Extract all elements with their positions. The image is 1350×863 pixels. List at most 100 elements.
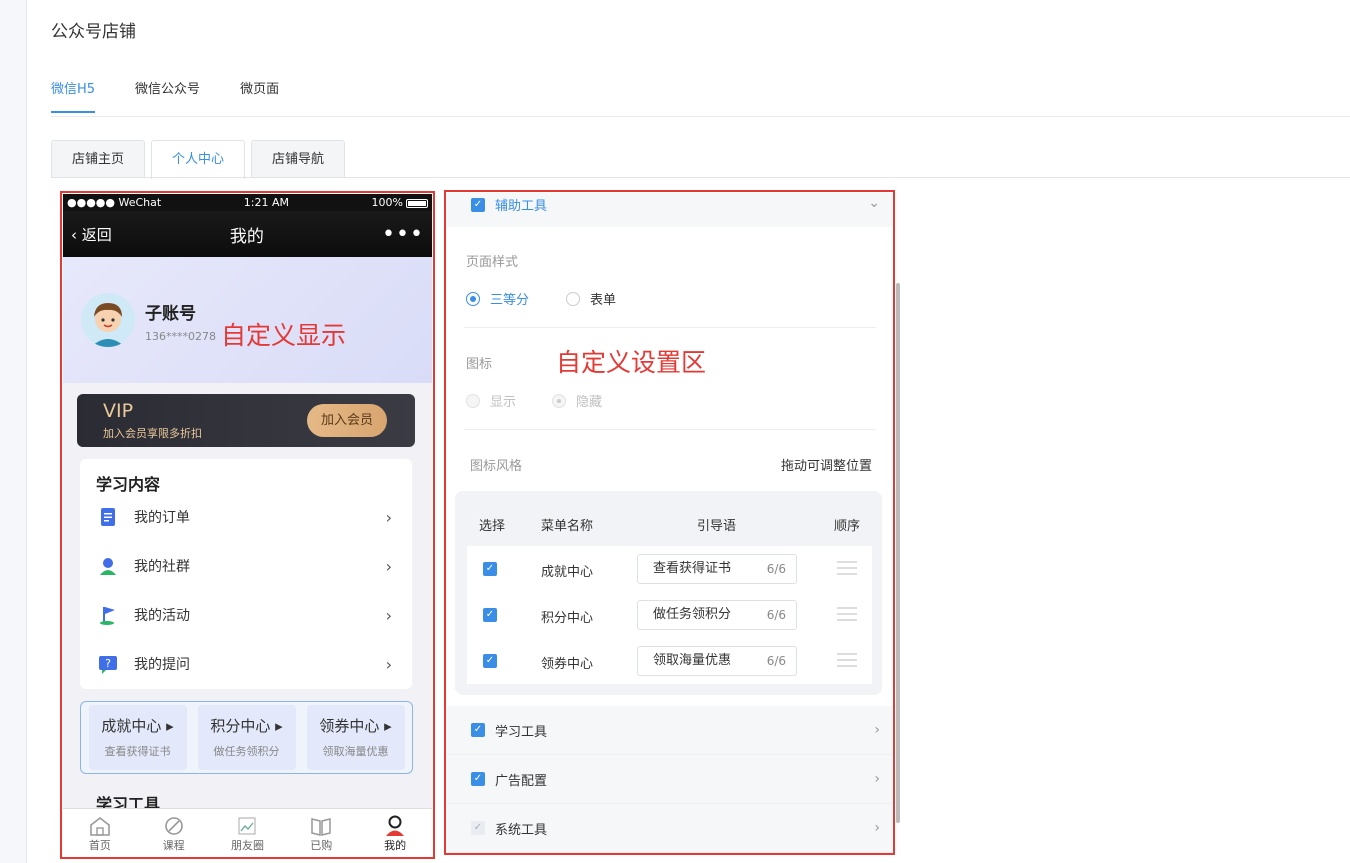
- home-icon: [90, 816, 110, 836]
- panel-scrollbar[interactable]: [896, 283, 900, 823]
- study-content-card: 学习内容 我的订单 › 我的社群 › 我的活动 › ? 我的提问 ›: [80, 459, 412, 689]
- tabbar-mine[interactable]: 我的: [358, 809, 432, 858]
- chevron-right-icon: ›: [385, 605, 392, 625]
- book-icon: [311, 818, 332, 836]
- annotation-custom-display: 自定义显示: [221, 321, 347, 350]
- centers-strip: 成就中心 ▸ 查看获得证书 积分中心 ▸ 做任务领积分 领券中心 ▸ 领取海量优…: [80, 701, 413, 774]
- tab-wechat-official[interactable]: 微信公众号: [135, 78, 200, 113]
- radio-form[interactable]: 表单: [566, 289, 616, 308]
- chevron-right-icon: ›: [385, 556, 392, 576]
- section-ad-config[interactable]: ✓ 广告配置 ›: [447, 755, 892, 804]
- divider: [464, 327, 876, 328]
- sub-tabs: 店铺主页 个人中心 店铺导航: [51, 140, 346, 179]
- menu-item-orders[interactable]: 我的订单 ›: [80, 497, 412, 537]
- profile-phone: 136****0278: [145, 330, 216, 343]
- profile-name: 子账号: [145, 304, 196, 324]
- phone-title: 我的: [229, 226, 264, 247]
- divider: [51, 177, 1350, 178]
- phone-tabbar: 首页 课程 朋友圈 已购 我的: [63, 808, 432, 858]
- radio-icon-hide[interactable]: 隐藏: [552, 391, 602, 410]
- avatar: [81, 293, 135, 347]
- carrier: ●●●●● WeChat: [67, 196, 162, 209]
- drag-handle-icon[interactable]: [837, 653, 857, 671]
- section-study-tools[interactable]: ✓ 学习工具 ›: [447, 706, 892, 755]
- phone-navbar: ‹ 返回 我的 •••: [63, 211, 432, 257]
- vip-banner[interactable]: VIP 加入会员享限多折扣 加入会员: [77, 394, 415, 447]
- guide-input[interactable]: 领取海量优惠 6/6: [637, 646, 797, 676]
- subtab-shop-home[interactable]: 店铺主页: [51, 140, 146, 178]
- guide-input[interactable]: 查看获得证书 6/6: [637, 554, 797, 584]
- top-tabs: 微信H5 微信公众号 微页面: [51, 78, 279, 113]
- status-bar: ●●●●● WeChat 1:21 AM 100%: [63, 194, 432, 211]
- radio-icon-show[interactable]: 显示: [466, 391, 516, 410]
- radio-three-split[interactable]: 三等分: [466, 289, 529, 308]
- tab-wechat-h5[interactable]: 微信H5: [51, 78, 96, 113]
- drag-handle-icon[interactable]: [837, 607, 857, 625]
- battery-status: 100%: [372, 196, 428, 209]
- row-checkbox[interactable]: ✓: [483, 608, 497, 622]
- divider: [464, 429, 876, 430]
- status-time: 1:21 AM: [243, 196, 289, 209]
- question-icon: ?: [99, 656, 117, 674]
- more-icon[interactable]: •••: [382, 222, 424, 247]
- page-title: 公众号店铺: [51, 22, 136, 42]
- phone-preview: ●●●●● WeChat 1:21 AM 100% ‹ 返回 我的 ••• 子账…: [63, 194, 432, 858]
- order-icon: [101, 508, 115, 526]
- icon-style-label: 图标风格: [470, 459, 523, 474]
- system-tools-checkbox: ✓: [471, 821, 485, 835]
- boy-avatar-icon: [81, 293, 135, 347]
- chevron-right-icon: ›: [385, 507, 392, 527]
- tabbar-purchased[interactable]: 已购: [284, 809, 358, 858]
- svg-text:?: ?: [105, 657, 111, 670]
- chevron-right-icon: ›: [874, 722, 880, 738]
- page-style-label: 页面样式: [466, 255, 519, 270]
- chevron-right-icon: ›: [874, 820, 880, 836]
- row-checkbox[interactable]: ✓: [483, 562, 497, 576]
- menu-item-questions[interactable]: ? 我的提问 ›: [80, 644, 412, 684]
- table-row: ✓ 成就中心 查看获得证书 6/6: [467, 546, 872, 592]
- center-points[interactable]: 积分中心 ▸ 做任务领积分: [197, 705, 296, 770]
- study-tools-checkbox[interactable]: ✓: [471, 723, 485, 737]
- tab-micro-page[interactable]: 微页面: [240, 78, 279, 113]
- icon-label: 图标: [466, 357, 493, 372]
- config-panel: ✓ 辅助工具 ⌄ 页面样式 三等分 表单 图标 显示 隐藏 图标风格 拖动可调整…: [447, 193, 892, 853]
- community-icon: [100, 558, 116, 575]
- study-heading: 学习内容: [96, 475, 161, 494]
- divider: [51, 116, 1350, 117]
- tabbar-moments[interactable]: 朋友圈: [211, 809, 285, 858]
- flag-icon: [100, 607, 115, 625]
- chevron-down-icon: ⌄: [868, 195, 880, 211]
- th-menu-name: 菜单名称: [541, 519, 594, 534]
- tabbar-courses[interactable]: 课程: [137, 809, 211, 858]
- left-sidebar: [0, 0, 27, 863]
- center-achievement[interactable]: 成就中心 ▸ 查看获得证书: [88, 705, 187, 770]
- tabbar-home[interactable]: 首页: [63, 809, 137, 858]
- table-row: ✓ 积分中心 做任务领积分 6/6: [467, 592, 872, 638]
- subtab-shop-nav[interactable]: 店铺导航: [251, 140, 346, 178]
- menu-table: 选择 菜单名称 引导语 顺序 ✓ 成就中心 查看获得证书 6/6 ✓ 积分中心 做…: [455, 491, 882, 695]
- join-member-button[interactable]: 加入会员: [307, 404, 387, 437]
- th-guide: 引导语: [697, 519, 737, 534]
- th-select: 选择: [479, 519, 506, 534]
- back-button[interactable]: ‹ 返回: [71, 224, 112, 245]
- section-aux-tools[interactable]: ✓ 辅助工具 ⌄: [447, 193, 892, 227]
- drag-hint: 拖动可调整位置: [780, 459, 872, 474]
- section-system-tools[interactable]: ✓ 系统工具 ›: [447, 804, 892, 853]
- menu-item-community[interactable]: 我的社群 ›: [80, 546, 412, 586]
- table-row: ✓ 领券中心 领取海量优惠 6/6: [467, 638, 872, 684]
- vip-title: VIP: [103, 400, 134, 422]
- center-coupons[interactable]: 领券中心 ▸ 领取海量优惠: [306, 705, 405, 770]
- chevron-left-icon: ‹: [71, 225, 77, 244]
- vip-subtitle: 加入会员享限多折扣: [103, 427, 202, 440]
- guide-input[interactable]: 做任务领积分 6/6: [637, 600, 797, 630]
- row-checkbox[interactable]: ✓: [483, 654, 497, 668]
- aux-tools-checkbox[interactable]: ✓: [471, 198, 485, 212]
- chevron-right-icon: ›: [385, 654, 392, 674]
- drag-handle-icon[interactable]: [837, 561, 857, 579]
- subtab-personal-center[interactable]: 个人中心: [151, 140, 246, 179]
- course-icon: [164, 817, 183, 835]
- ad-config-checkbox[interactable]: ✓: [471, 772, 485, 786]
- broken-image-icon: [238, 817, 256, 835]
- menu-item-activity[interactable]: 我的活动 ›: [80, 595, 412, 635]
- annotation-custom-settings: 自定义设置区: [556, 348, 707, 377]
